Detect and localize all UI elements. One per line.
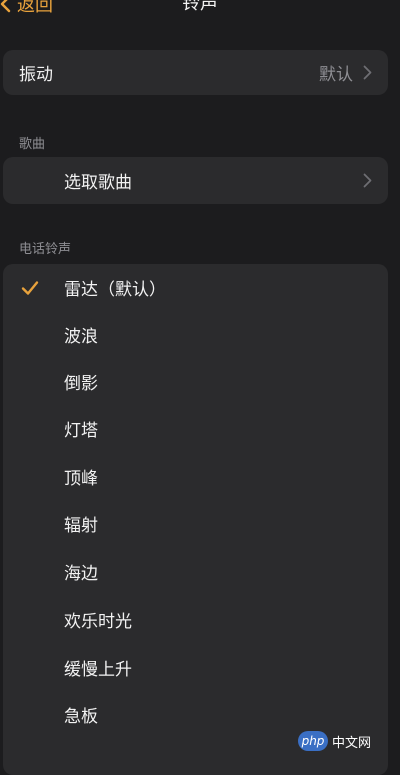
songs-section-label: 歌曲 (19, 137, 46, 152)
site-watermark: php 中文网 (298, 729, 396, 753)
ringtone-item[interactable]: 辐射 (3, 500, 388, 547)
ringtone-label: 海边 (64, 564, 98, 584)
ringtone-item[interactable]: 缓慢上升 (3, 644, 388, 691)
ringtone-label: 欢乐时光 (64, 612, 132, 632)
ringtone-item[interactable]: 灯塔 (3, 405, 388, 452)
pick-song-row[interactable]: 选取歌曲 (3, 157, 388, 204)
ringtone-list: 雷达（默认） 波浪 倒影 灯塔 顶峰 辐射 海边 欢乐时光 缓慢上升 急板 (3, 264, 388, 775)
ringtone-item[interactable]: 海边 (3, 548, 388, 595)
ringtone-label: 倒影 (64, 374, 98, 394)
ringtone-label: 灯塔 (64, 421, 98, 441)
ringtone-label: 辐射 (64, 516, 98, 536)
vibration-label: 振动 (19, 65, 53, 85)
ringtone-label: 雷达（默认） (64, 280, 166, 300)
ringtone-item[interactable]: 顶峰 (3, 453, 388, 500)
page-title: 铃声 (182, 0, 218, 14)
ringtone-item[interactable]: 倒影 (3, 358, 388, 405)
vibration-value: 默认 (319, 65, 353, 85)
watermark-logo: php (298, 731, 328, 751)
ringtone-item[interactable]: 欢乐时光 (3, 596, 388, 643)
navigation-bar: 返回 铃声 (0, 0, 400, 20)
checkmark-icon (21, 280, 39, 295)
ringtone-label: 缓慢上升 (64, 660, 132, 680)
ringtone-item[interactable]: 波浪 (3, 311, 388, 358)
vibration-row[interactable]: 振动 默认 (3, 50, 388, 95)
ringtones-section-label: 电话铃声 (19, 242, 72, 257)
ringtone-label: 顶峰 (64, 469, 98, 489)
pick-song-label: 选取歌曲 (64, 173, 132, 193)
ringtone-item[interactable]: 雷达（默认） (3, 264, 388, 311)
ringtone-label: 急板 (64, 707, 98, 727)
chevron-right-icon (363, 173, 372, 188)
chevron-right-icon (363, 65, 372, 80)
watermark-text: 中文网 (332, 735, 372, 751)
ringtone-label: 波浪 (64, 327, 98, 347)
